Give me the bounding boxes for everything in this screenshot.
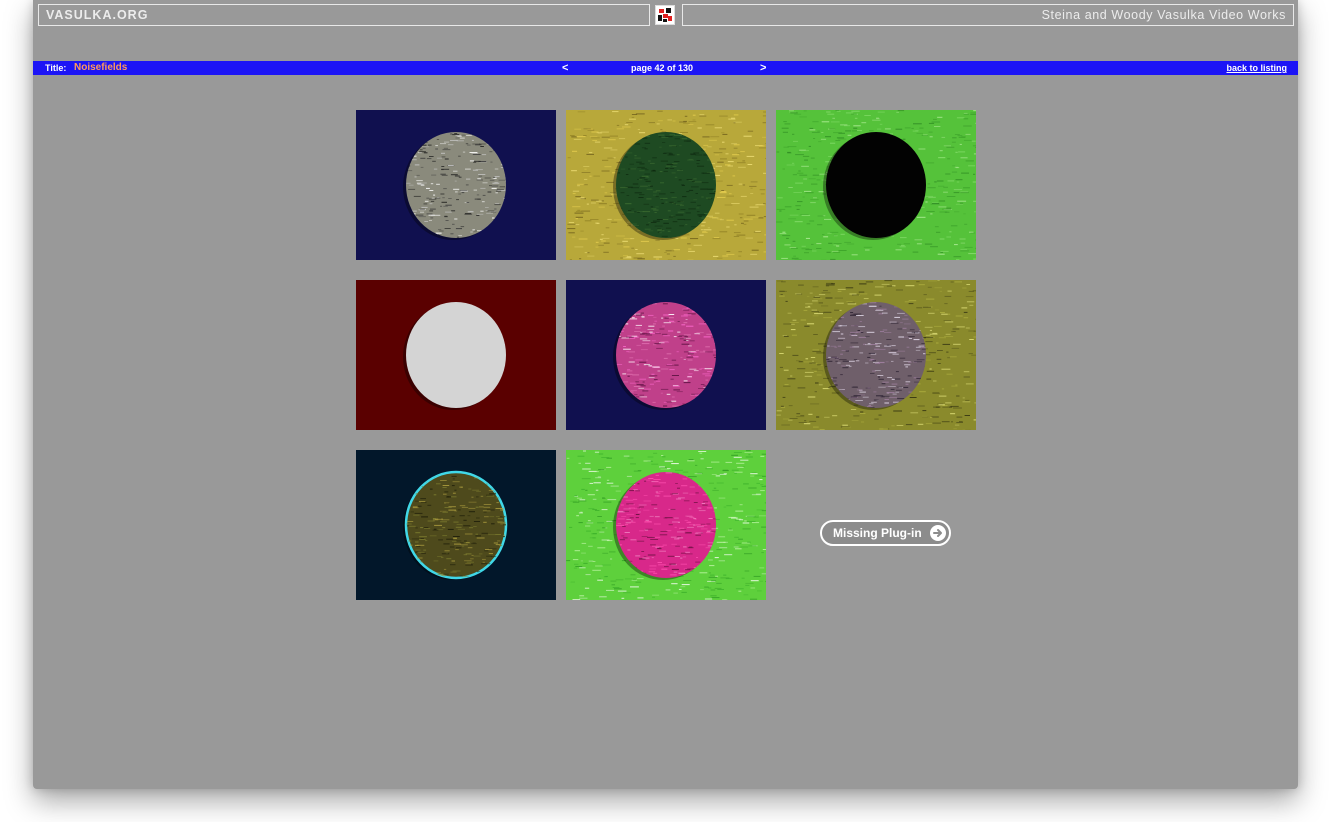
disc (826, 132, 926, 238)
work-title: Noisefields (74, 62, 128, 73)
thumbnail-4[interactable] (356, 280, 556, 430)
video-still-image (566, 450, 766, 600)
missing-plugin-label: Missing Plug-in (833, 526, 922, 540)
tagline: Steina and Woody Vasulka Video Works (1041, 8, 1286, 22)
video-still-image (566, 280, 766, 430)
back-to-listing-link[interactable]: back to listing (1226, 61, 1287, 75)
disc (616, 132, 716, 238)
thumbnail-8[interactable] (566, 450, 766, 600)
video-still-image (356, 280, 556, 430)
video-still-image (566, 110, 766, 260)
page-indicator: page 42 of 130 (631, 63, 694, 73)
disc (406, 302, 506, 408)
thumbnail-6[interactable] (776, 280, 976, 430)
navigation-bar: Title: Noisefields < page 42 of 130 > ba… (33, 61, 1298, 75)
missing-plugin-button[interactable]: Missing Plug-in (820, 520, 951, 546)
video-still-image (776, 280, 976, 430)
arrow-right-circle-icon (930, 525, 946, 541)
thumbnail-1[interactable] (356, 110, 556, 260)
video-still-image (776, 110, 976, 260)
thumbnail-7[interactable] (356, 450, 556, 600)
video-still-image (356, 110, 556, 260)
thumbnail-3[interactable] (776, 110, 976, 260)
video-still-image (356, 450, 556, 600)
next-page-link[interactable]: > (760, 61, 766, 75)
title-label: Title: (45, 63, 67, 73)
browser-window: VASULKA.ORG Steina and Woody Vasulka Vid… (33, 0, 1298, 789)
thumbnail-5[interactable] (566, 280, 766, 430)
vasulka-logo-icon[interactable] (655, 5, 675, 25)
tagline-box: Steina and Woody Vasulka Video Works (682, 4, 1294, 26)
previous-page-link[interactable]: < (562, 61, 568, 75)
site-name-box[interactable]: VASULKA.ORG (38, 4, 650, 26)
thumbnail-2[interactable] (566, 110, 766, 260)
site-name: VASULKA.ORG (46, 8, 149, 22)
disc (616, 472, 716, 578)
